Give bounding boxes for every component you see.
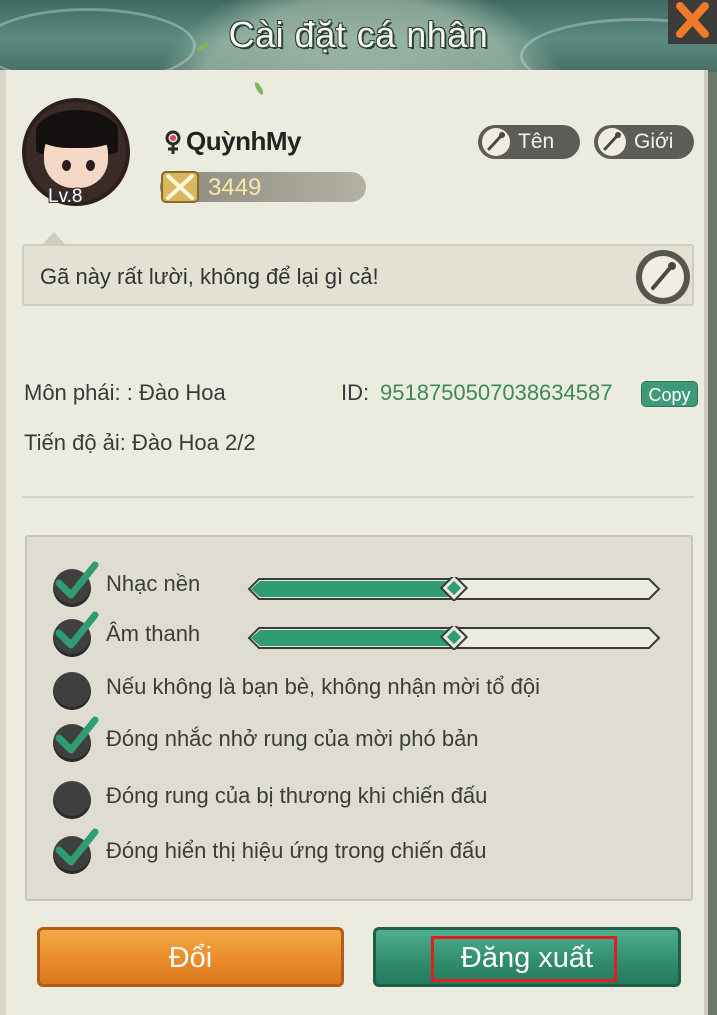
- brush-icon: [598, 128, 626, 156]
- damage-vibration-toggle[interactable]: Đóng rung của bị thương khi chiến đấu: [53, 777, 653, 819]
- close-icon: [668, 0, 717, 44]
- crossed-swords-icon: [161, 171, 199, 203]
- logout-highlight-box: [431, 936, 617, 982]
- dungeon-invite-vibration-toggle[interactable]: Đóng nhắc nhở rung của mời phó bản: [53, 716, 653, 762]
- decline-team-invite-toggle[interactable]: Nếu không là bạn bè, không nhận mời tổ đ…: [53, 668, 653, 710]
- female-icon: [165, 130, 181, 154]
- rename-button[interactable]: Tên: [478, 125, 580, 159]
- stage-progress-label: Tiến độ ải: Đào Hoa 2/2: [24, 430, 256, 455]
- battle-effects-toggle[interactable]: Đóng hiển thị hiệu ứng trong chiến đấu: [53, 828, 653, 874]
- gender-button-label: Giới: [634, 130, 674, 153]
- music-label: Nhạc nền: [106, 571, 201, 596]
- gender-button[interactable]: Giới: [594, 125, 694, 159]
- music-volume-slider[interactable]: [245, 573, 663, 603]
- checkmark-icon: [55, 716, 99, 754]
- option-label: Đóng rung của bị thương khi chiến đấu: [106, 783, 488, 808]
- page-title: Cài đặt cá nhân: [228, 14, 489, 55]
- signature-text: Gã này rất lười, không để lại gì cả!: [40, 264, 379, 289]
- checkmark-icon: [55, 561, 99, 599]
- brush-icon: [482, 128, 510, 156]
- id-value: 9518750507038634587: [380, 380, 613, 405]
- sound-label: Âm thanh: [106, 621, 201, 646]
- edit-signature-button[interactable]: [636, 250, 690, 304]
- sound-volume-slider[interactable]: [245, 622, 663, 652]
- username: QuỳnhMy: [186, 126, 301, 156]
- combat-power-value: 3449: [208, 174, 262, 201]
- rename-button-label: Tên: [518, 130, 555, 153]
- divider: [22, 496, 694, 498]
- change-account-button[interactable]: Đổi: [37, 927, 344, 987]
- level-label: Lv.8: [48, 186, 83, 207]
- option-label: Đóng hiển thị hiệu ứng trong chiến đấu: [106, 838, 487, 863]
- copy-id-button[interactable]: Copy: [641, 381, 698, 407]
- checkmark-icon: [55, 611, 99, 649]
- brush-icon: [642, 256, 684, 298]
- id-label: ID:: [341, 380, 370, 405]
- close-button[interactable]: [668, 0, 717, 44]
- checkmark-icon: [55, 828, 99, 866]
- faction-label: Môn phái: : Đào Hoa: [24, 380, 226, 405]
- option-label: Đóng nhắc nhở rung của mời phó bản: [106, 726, 479, 751]
- checkbox: [53, 672, 91, 710]
- option-label: Nếu không là bạn bè, không nhận mời tổ đ…: [106, 674, 540, 699]
- checkbox: [53, 781, 91, 819]
